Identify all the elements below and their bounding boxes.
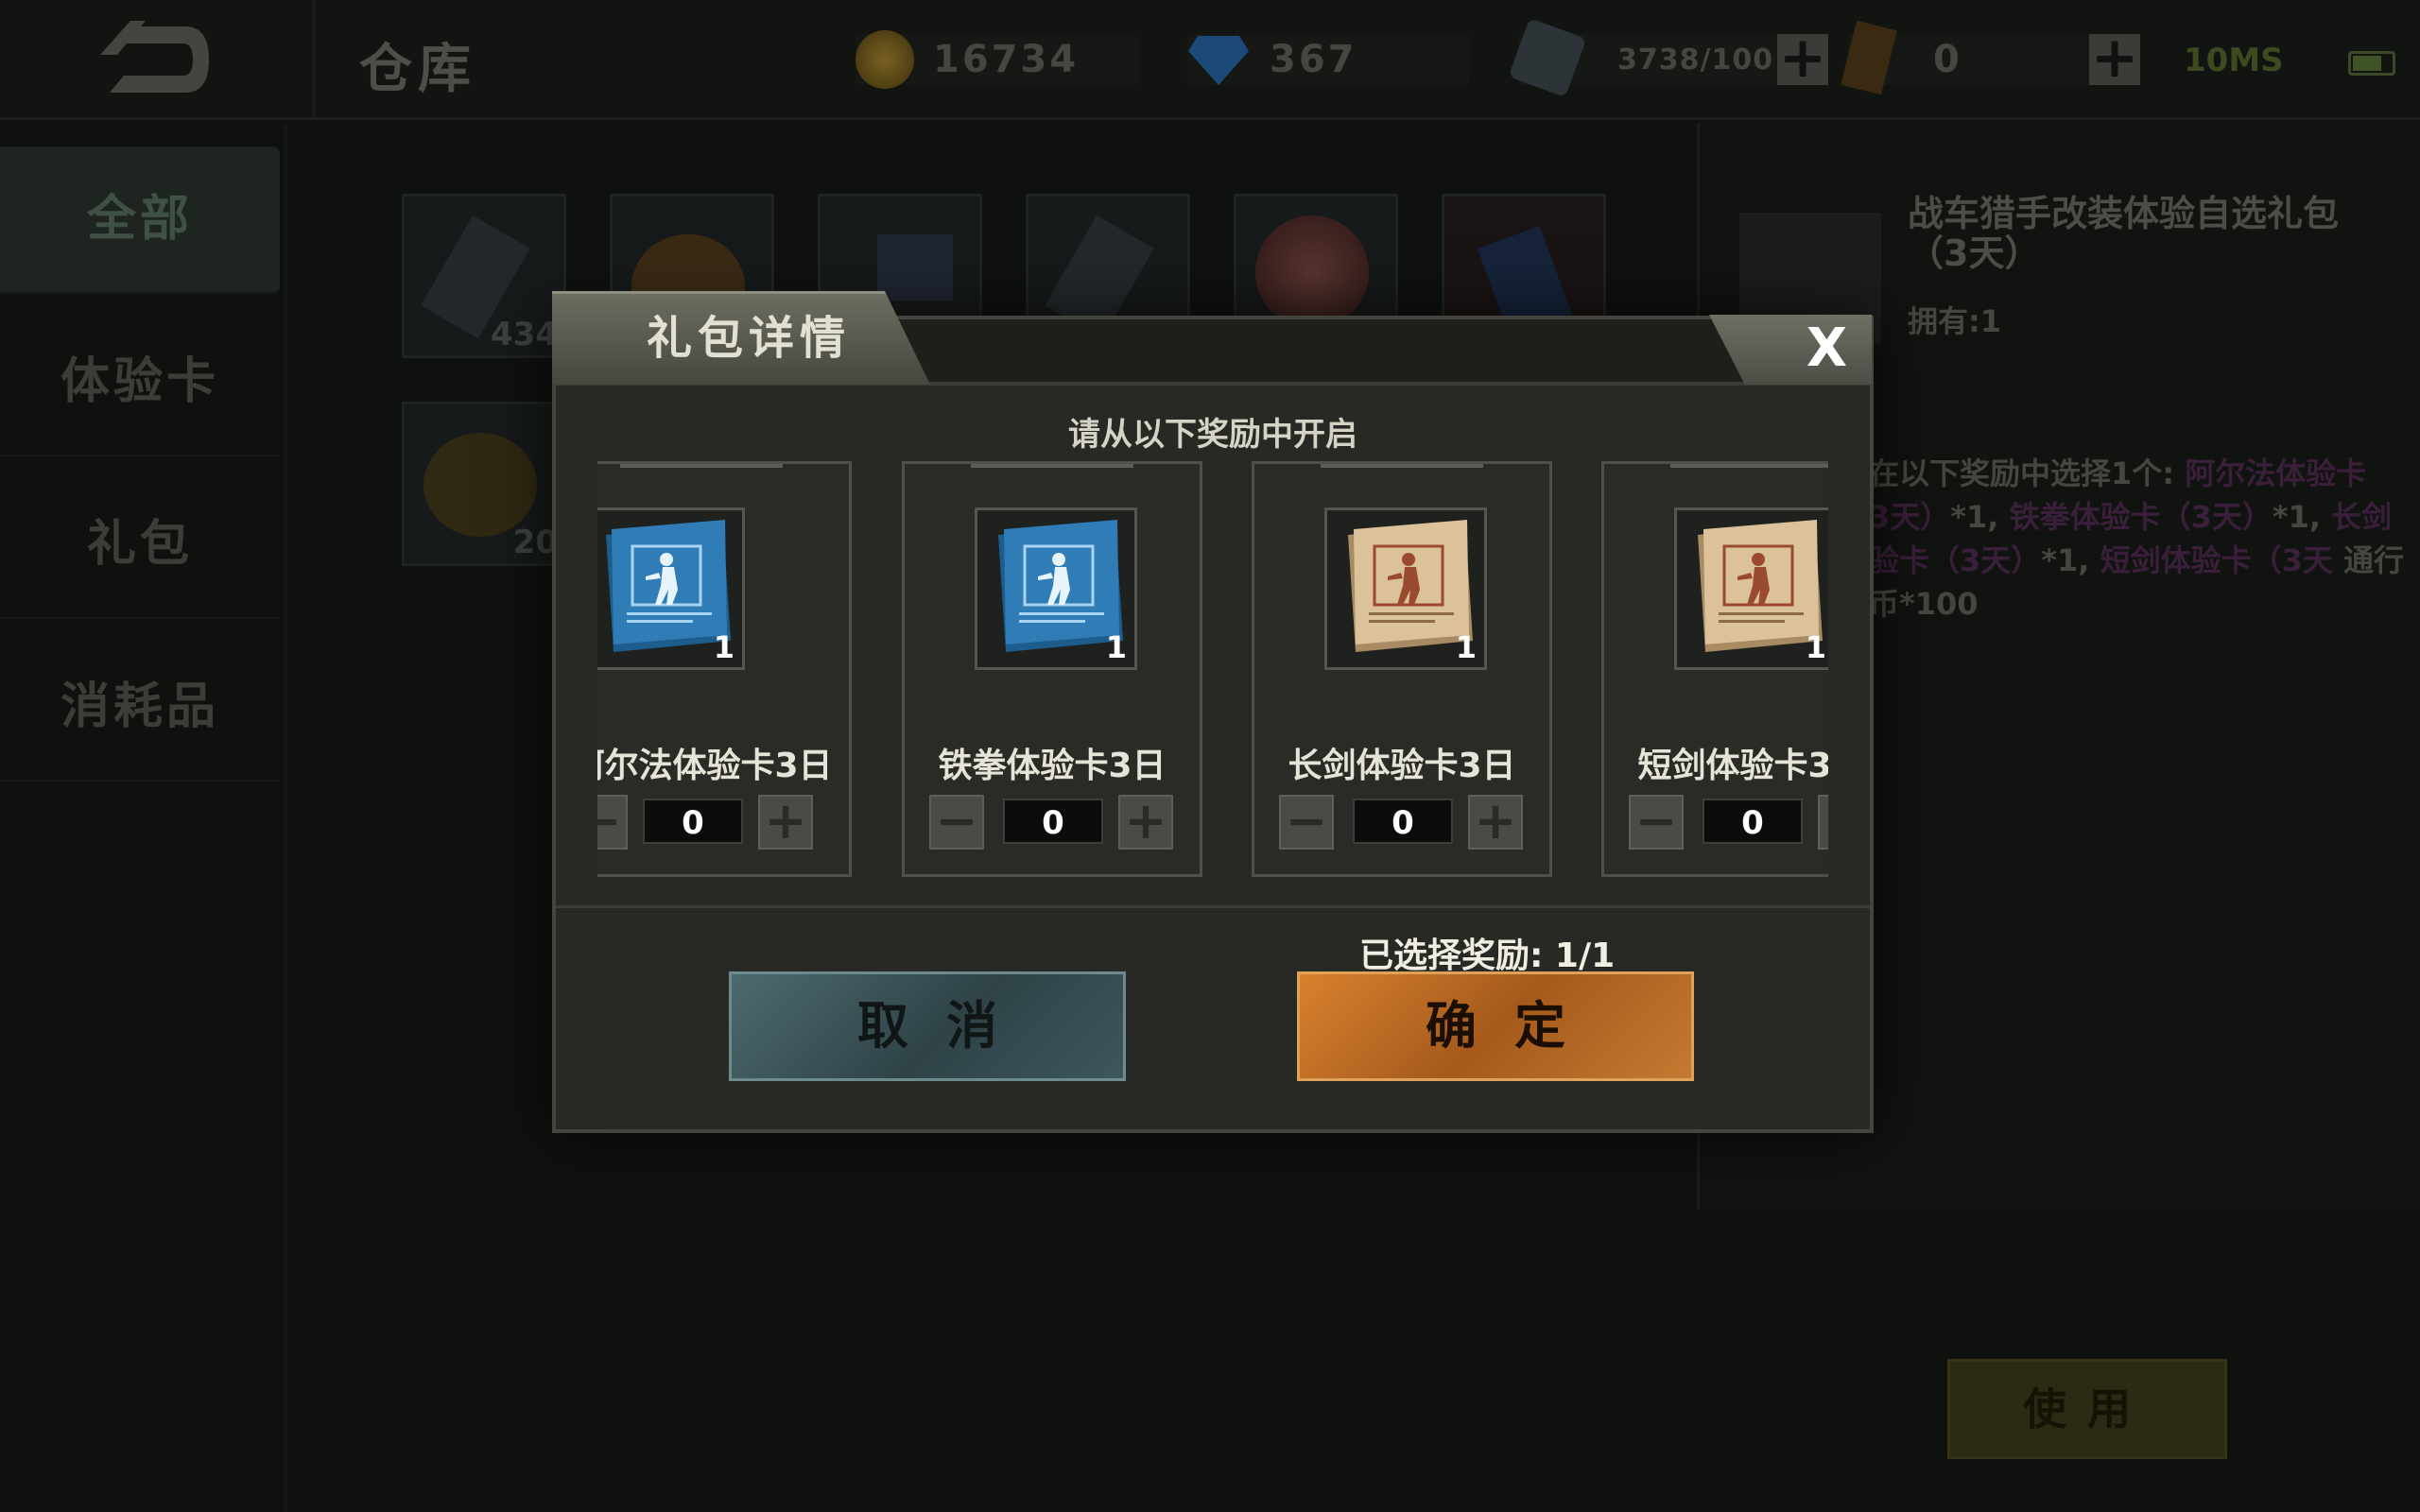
gold-value: 16734	[933, 38, 1080, 81]
add-ticket-button[interactable]: +	[2089, 29, 2140, 86]
desc-item: 铁拳体验卡（3天）	[2009, 499, 2273, 535]
detail-owned: 拥有:1	[1908, 303, 2002, 339]
page-title: 仓库	[359, 39, 476, 100]
diamond-value: 367	[1270, 38, 1357, 81]
detail-description: 可在以下奖励中选择1个: 阿尔法体验卡（3天）*1, 铁拳体验卡（3天）*1, …	[1839, 455, 2405, 622]
reward-card[interactable]: 1 铁拳体验卡3日 − 0 +	[902, 461, 1202, 877]
contract-coin-icon	[424, 433, 537, 537]
reward-name: 短剑体验卡3日	[1637, 747, 1828, 785]
battery-icon	[2348, 51, 2395, 76]
add-energy-button[interactable]: +	[1777, 29, 1828, 86]
item-count: 434	[491, 316, 558, 353]
gift-detail-dialog: 礼包详情 X 请从以下奖励中开启 1 阿尔法体验卡3日 − 0 +	[552, 291, 1874, 1133]
dialog-subtitle: 请从以下奖励中开启	[1068, 416, 1357, 454]
reward-card[interactable]: 1 短剑体验卡3日 − 0 +	[1601, 461, 1828, 877]
ping-indicator: 10MS	[2184, 42, 2284, 79]
selected-rewards-count: 已选择奖励: 1/1	[1359, 936, 1616, 975]
decrease-button[interactable]: −	[1629, 795, 1684, 850]
reward-quantity: 1	[713, 629, 735, 665]
tab-all[interactable]: 全部	[0, 146, 280, 294]
energy-cube-icon	[1508, 18, 1587, 97]
dialog-divider	[556, 905, 1870, 908]
reward-quantity: 1	[1455, 629, 1477, 665]
gold-counter: 16734	[856, 30, 1139, 89]
topbar-separator	[312, 0, 316, 117]
reward-quantity-input[interactable]: 0	[1703, 799, 1803, 844]
reward-icon-frame: 1	[597, 507, 745, 670]
reward-quantity-input[interactable]: 0	[643, 799, 743, 844]
energy-value: 3738/100	[1617, 43, 1774, 77]
inventory-slot[interactable]: 434	[402, 194, 566, 358]
use-button[interactable]: 使用	[1947, 1359, 2227, 1459]
decrease-button[interactable]: −	[1279, 795, 1334, 850]
reward-quantity: 1	[1105, 629, 1127, 665]
card-top-line	[1670, 464, 1828, 468]
card-top-line	[620, 464, 783, 468]
tab-gift-packs[interactable]: 礼包	[0, 472, 280, 619]
decrease-button[interactable]: −	[929, 795, 984, 850]
category-sidebar: 全部 体验卡 礼包 消耗品	[0, 146, 284, 1512]
reward-name: 阿尔法体验卡3日	[597, 747, 833, 785]
gold-coin-icon	[856, 30, 914, 89]
increase-button[interactable]: +	[1818, 795, 1828, 850]
energy-counter: 3738/100	[1508, 18, 1791, 97]
increase-button[interactable]: +	[758, 795, 813, 850]
diamond-counter: 367	[1186, 34, 1470, 85]
inventory-slot[interactable]: 20	[402, 402, 566, 566]
increase-button[interactable]: +	[1468, 795, 1523, 850]
sidebar-divider	[284, 123, 287, 1512]
reward-icon-frame: 1	[1324, 507, 1487, 670]
ticket-counter: 0	[1841, 20, 2103, 95]
diamond-contract-icon	[877, 234, 953, 301]
ticket-icon	[1841, 20, 1897, 95]
tab-consumables[interactable]: 消耗品	[0, 634, 280, 782]
ticket-value: 0	[1933, 38, 1962, 81]
cancel-button[interactable]: 取消	[729, 971, 1126, 1081]
card-top-line	[1321, 464, 1483, 468]
back-arrow-icon[interactable]	[91, 17, 214, 102]
desc-prefix: 可在以下奖励中选择1个:	[1839, 455, 2186, 491]
reward-quantity-input[interactable]: 0	[1353, 799, 1453, 844]
diamond-icon	[1188, 36, 1249, 85]
item-count: 20	[512, 524, 558, 561]
tab-trial-cards[interactable]: 体验卡	[0, 309, 280, 456]
decrease-button[interactable]: −	[597, 795, 628, 850]
reward-card[interactable]: 1 长剑体验卡3日 − 0 +	[1252, 461, 1552, 877]
confirm-button[interactable]: 确定	[1297, 971, 1694, 1081]
card-top-line	[971, 464, 1133, 468]
rose-icon	[1255, 215, 1369, 329]
dialog-title: 礼包详情	[647, 312, 852, 365]
reward-quantity-input[interactable]: 0	[1003, 799, 1103, 844]
reward-icon-frame: 1	[1674, 507, 1828, 670]
reward-name: 铁拳体验卡3日	[938, 747, 1167, 785]
reward-list[interactable]: 1 阿尔法体验卡3日 − 0 + 1 铁拳体验	[597, 461, 1828, 883]
reward-icon-frame: 1	[975, 507, 1137, 670]
top-bar: 仓库 16734 367 3738/100 + 0 + 10MS	[0, 0, 2420, 120]
reward-card[interactable]: 1 阿尔法体验卡3日 − 0 +	[597, 461, 852, 877]
reward-name: 长剑体验卡3日	[1288, 747, 1516, 785]
detail-title: 战车猎手改装体验自选礼包（3天）	[1908, 193, 2340, 274]
increase-button[interactable]: +	[1118, 795, 1173, 850]
reward-quantity: 1	[1805, 629, 1826, 665]
desc-item: 短剑体验卡（3天	[2100, 542, 2333, 578]
